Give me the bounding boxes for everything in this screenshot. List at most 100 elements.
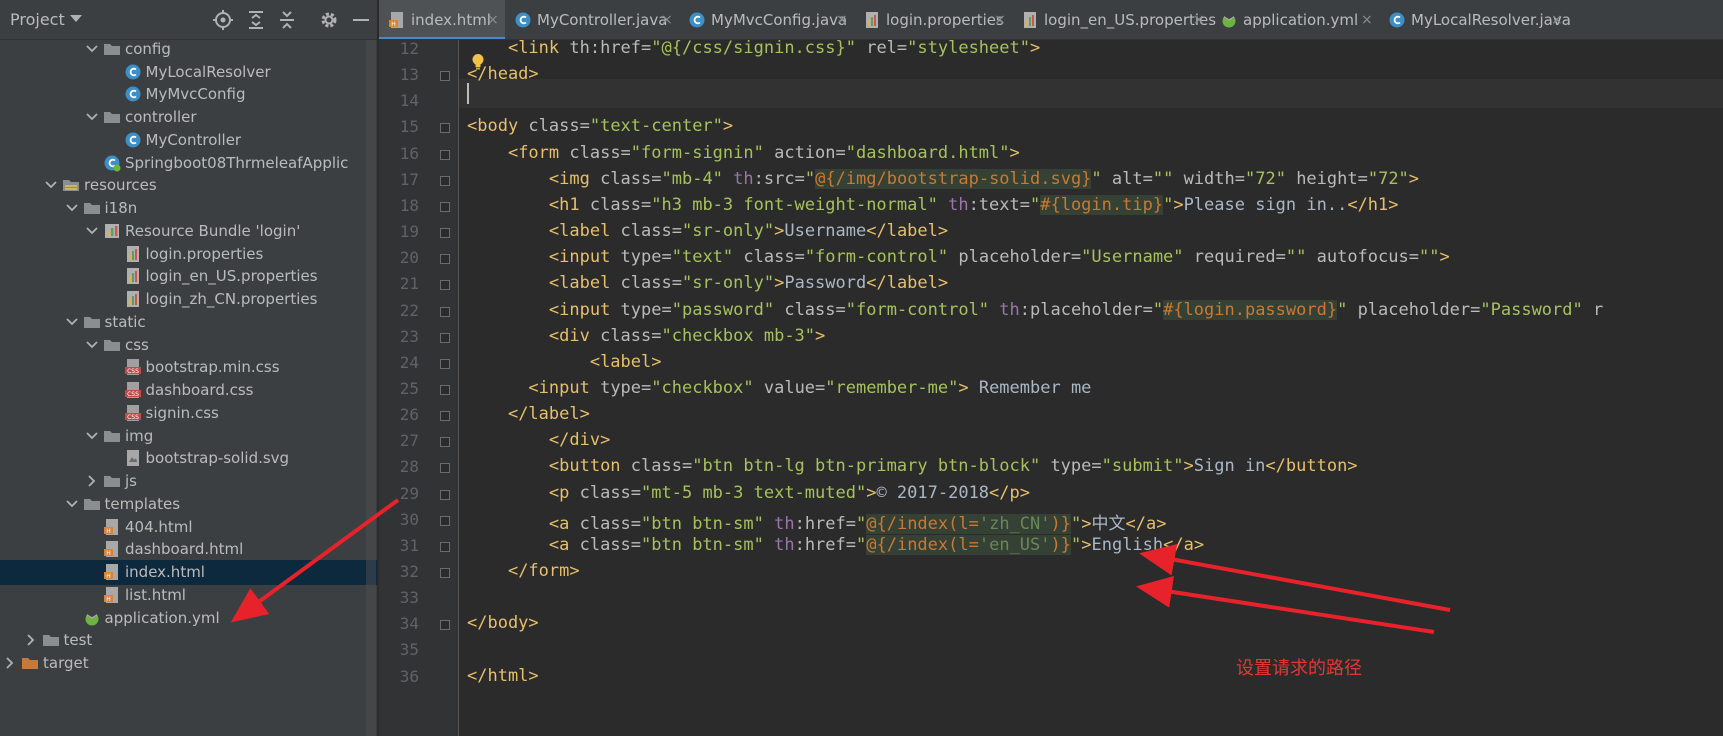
tree-item[interactable]: Resource Bundle 'login' bbox=[0, 219, 377, 244]
code-line: <label class="sr-only">Username</label> bbox=[548, 221, 949, 242]
project-tree-scrollbar[interactable] bbox=[366, 40, 376, 736]
tree-item[interactable]: target bbox=[0, 651, 377, 676]
java-class-icon bbox=[125, 64, 140, 80]
fold-marker-icon[interactable] bbox=[440, 515, 450, 526]
resource-bundle-icon bbox=[105, 223, 119, 238]
tree-item[interactable]: application.yml bbox=[0, 606, 377, 631]
hide-icon[interactable] bbox=[350, 9, 372, 31]
fold-marker-icon[interactable] bbox=[440, 411, 450, 422]
fold-marker-icon[interactable] bbox=[440, 71, 450, 82]
line-number: 19 bbox=[399, 222, 419, 242]
tree-item[interactable]: CSS bootstrap.min.css bbox=[0, 355, 377, 380]
chevron-right-icon[interactable] bbox=[85, 474, 99, 488]
tree-item[interactable]: Hindex.html bbox=[0, 560, 377, 586]
close-tab-icon[interactable]: × bbox=[1361, 12, 1373, 28]
line-number: 31 bbox=[399, 535, 419, 555]
tree-item-label: templates bbox=[104, 494, 181, 513]
collapse-all-icon[interactable] bbox=[276, 9, 298, 31]
tree-item-label: MyMvcConfig bbox=[145, 85, 246, 104]
tree-item[interactable]: MyController bbox=[0, 128, 377, 153]
tree-item-label: 404.html bbox=[125, 517, 193, 536]
tree-item[interactable]: MyMvcConfig bbox=[0, 82, 377, 107]
fold-marker-icon[interactable] bbox=[440, 568, 450, 578]
tree-item[interactable]: login_en_US.properties bbox=[0, 264, 377, 289]
tree-item[interactable]: bootstrap-solid.svg bbox=[0, 446, 377, 471]
tree-item[interactable]: Hdashboard.html bbox=[0, 537, 377, 562]
tree-item[interactable]: controller bbox=[0, 105, 377, 130]
editor-tab[interactable]: MyController.java × bbox=[505, 0, 679, 39]
fold-marker-icon[interactable] bbox=[440, 280, 450, 291]
editor-tab[interactable]: MyMvcConfig.java × bbox=[679, 0, 854, 39]
tree-item[interactable]: MyLocalResolver bbox=[0, 60, 377, 85]
fold-marker-icon[interactable] bbox=[440, 228, 450, 239]
tree-item[interactable]: resources bbox=[0, 173, 377, 198]
editor-tab[interactable]: application.yml × bbox=[1211, 0, 1379, 39]
tree-item[interactable]: Hlist.html bbox=[0, 583, 377, 608]
editor-tab-label: MyLocalResolver.java bbox=[1411, 11, 1571, 29]
fold-marker-icon[interactable] bbox=[440, 384, 450, 395]
fold-marker-icon[interactable] bbox=[440, 123, 450, 134]
chevron-down-icon[interactable] bbox=[65, 315, 79, 329]
chevron-down-icon[interactable] bbox=[65, 497, 79, 511]
tree-item[interactable]: css bbox=[0, 333, 377, 358]
fold-marker-icon[interactable] bbox=[440, 541, 450, 552]
project-view-selector[interactable]: Project bbox=[10, 10, 65, 29]
fold-marker-icon[interactable] bbox=[440, 358, 450, 369]
close-tab-icon[interactable]: × bbox=[661, 12, 673, 28]
expand-all-icon[interactable] bbox=[245, 9, 267, 31]
locate-icon[interactable] bbox=[212, 9, 234, 31]
tree-item[interactable]: img bbox=[0, 424, 377, 449]
css-file-icon: CSS bbox=[124, 359, 141, 376]
editor-tab[interactable]: MyLocalResolver.java × bbox=[1379, 0, 1571, 39]
tree-item-label: signin.css bbox=[145, 403, 219, 422]
tree-item[interactable]: i18n bbox=[0, 196, 377, 221]
tree-item[interactable]: Springboot08ThrmeleafApplic bbox=[0, 151, 377, 176]
chevron-right-icon[interactable] bbox=[3, 656, 17, 670]
fold-marker-icon[interactable] bbox=[440, 489, 450, 500]
tree-item-label: login.properties bbox=[145, 244, 264, 263]
intention-bulb-icon[interactable] bbox=[471, 53, 485, 71]
close-tab-icon[interactable]: × bbox=[1193, 12, 1205, 28]
tree-item[interactable]: login_zh_CN.properties bbox=[0, 287, 377, 312]
fold-marker-icon[interactable] bbox=[440, 149, 450, 160]
chevron-right-icon[interactable] bbox=[24, 633, 38, 647]
editor-tab[interactable]: Hindex.html × bbox=[379, 0, 505, 39]
tree-item[interactable]: js bbox=[0, 469, 377, 494]
fold-marker-icon[interactable] bbox=[440, 437, 450, 448]
chevron-down-icon[interactable] bbox=[85, 224, 99, 238]
tree-item[interactable]: templates bbox=[0, 492, 377, 517]
close-tab-icon[interactable]: × bbox=[1551, 12, 1563, 28]
fold-marker-icon[interactable] bbox=[440, 620, 450, 631]
resources-folder-icon bbox=[63, 180, 79, 192]
fold-marker-icon[interactable] bbox=[440, 201, 450, 212]
properties-file-icon bbox=[126, 245, 139, 262]
chevron-down-icon[interactable] bbox=[85, 42, 99, 56]
code-line: <label> bbox=[589, 351, 662, 372]
tree-item[interactable]: static bbox=[0, 310, 377, 335]
editor-tab[interactable]: login_en_US.properties × bbox=[1012, 0, 1216, 39]
chevron-down-icon[interactable] bbox=[44, 178, 58, 192]
chevron-down-icon[interactable] bbox=[65, 201, 79, 215]
close-tab-icon[interactable]: × bbox=[487, 12, 499, 28]
code-editor[interactable]: 12 13 14 15 16 17 18 19 20 21 22 23 24 25 26 27 28 29 30 31… bbox=[379, 40, 1723, 736]
chevron-down-icon[interactable] bbox=[70, 15, 82, 22]
tree-item[interactable]: CSS signin.css bbox=[0, 401, 377, 426]
tree-item[interactable]: test bbox=[0, 628, 377, 653]
close-tab-icon[interactable]: × bbox=[836, 12, 848, 28]
tree-item-label: test bbox=[63, 631, 93, 650]
tree-item[interactable]: CSS dashboard.css bbox=[0, 378, 377, 403]
settings-gear-icon[interactable] bbox=[318, 9, 340, 31]
fold-marker-icon[interactable] bbox=[440, 254, 450, 265]
tree-item[interactable]: H 404.html bbox=[0, 515, 377, 540]
chevron-down-icon[interactable] bbox=[85, 110, 99, 124]
chevron-down-icon[interactable] bbox=[85, 338, 99, 352]
tree-item[interactable]: login.properties bbox=[0, 242, 377, 267]
editor-tab[interactable]: login.properties × bbox=[854, 0, 1012, 39]
fold-marker-icon[interactable] bbox=[440, 463, 450, 474]
fold-marker-icon[interactable] bbox=[440, 175, 450, 186]
chevron-down-icon[interactable] bbox=[85, 429, 99, 443]
close-tab-icon[interactable]: × bbox=[994, 12, 1006, 28]
fold-marker-icon[interactable] bbox=[440, 332, 450, 343]
tree-item[interactable]: config bbox=[0, 37, 377, 62]
fold-marker-icon[interactable] bbox=[440, 306, 450, 317]
